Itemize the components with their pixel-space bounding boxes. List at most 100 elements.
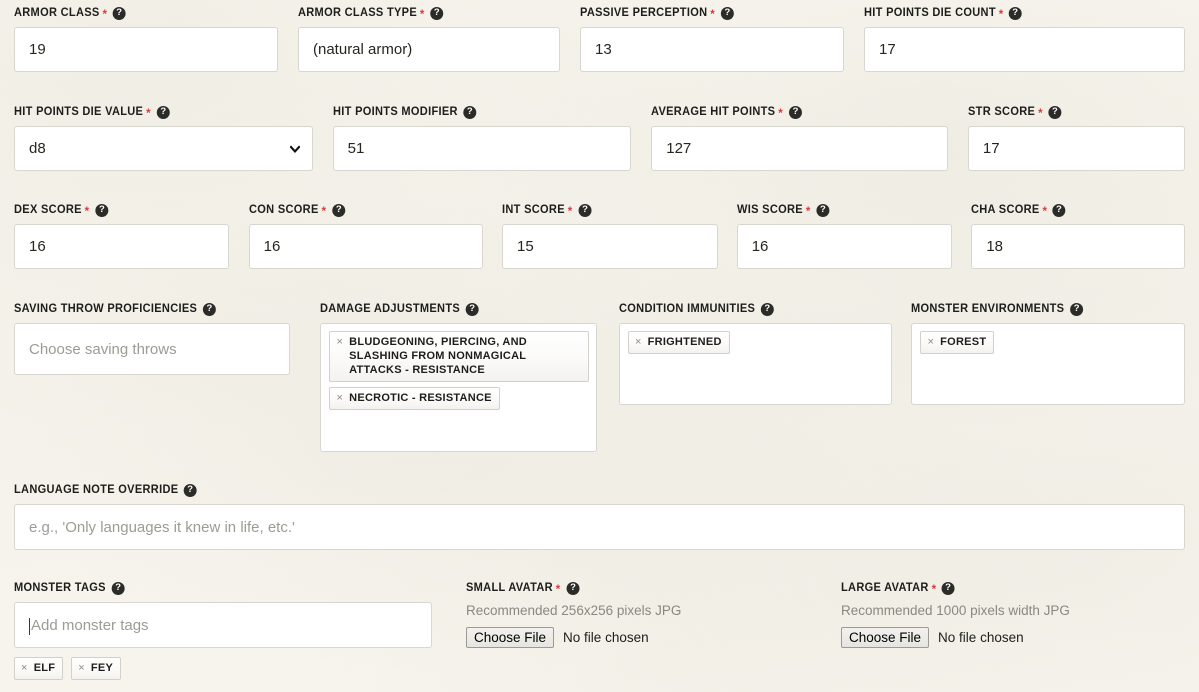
tag-chip[interactable]: × NECROTIC - RESISTANCE: [329, 387, 500, 410]
help-icon[interactable]: ?: [1070, 302, 1084, 316]
help-icon[interactable]: ?: [202, 302, 216, 316]
form-row-defenses: ARMOR CLASS * ? 19 ARMOR CLASS TYPE * ? …: [14, 6, 1185, 72]
help-icon[interactable]: ?: [156, 105, 170, 119]
help-icon[interactable]: ?: [462, 105, 476, 119]
tag-chip[interactable]: × FEY: [71, 657, 122, 680]
help-icon[interactable]: ?: [566, 581, 580, 595]
monster-environments-tagbox[interactable]: × FOREST: [911, 323, 1185, 405]
label-text: MONSTER ENVIRONMENTS: [911, 303, 1065, 315]
hit-points-die-count-input[interactable]: 17: [864, 27, 1185, 72]
required-asterisk: *: [567, 204, 573, 218]
form-row-traits: SAVING THROW PROFICIENCIES ? Choose savi…: [14, 302, 1185, 452]
help-icon[interactable]: ?: [1048, 105, 1062, 119]
required-asterisk: *: [321, 204, 326, 218]
saving-throw-proficiencies-input[interactable]: Choose saving throws: [14, 323, 291, 375]
dex-score-input[interactable]: 16: [14, 224, 229, 269]
label-text: HIT POINTS DIE VALUE: [14, 106, 144, 118]
remove-icon[interactable]: ×: [336, 391, 343, 405]
armor-class-type-input[interactable]: (natural armor): [298, 27, 560, 72]
tag-label: FEY: [90, 662, 114, 674]
tag-chip[interactable]: × BLUDGEONING, PIERCING, AND SLASHING FR…: [329, 331, 589, 382]
passive-perception-input[interactable]: 13: [580, 27, 844, 72]
field-cha-score: CHA SCORE * ? 18: [971, 203, 1186, 269]
help-icon[interactable]: ?: [941, 581, 955, 595]
label-passive-perception: PASSIVE PERCEPTION * ?: [580, 6, 833, 20]
help-icon[interactable]: ?: [788, 105, 802, 119]
label-saving-throw-proficiencies: SAVING THROW PROFICIENCIES ?: [14, 302, 279, 316]
choose-file-button[interactable]: Choose File: [466, 627, 555, 648]
chevron-down-icon: [289, 144, 300, 153]
remove-icon[interactable]: ×: [21, 661, 28, 675]
help-icon[interactable]: ?: [815, 203, 829, 217]
small-avatar-hint: Recommended 256x256 pixels JPG: [466, 603, 682, 618]
remove-icon[interactable]: ×: [635, 335, 642, 349]
tag-chip[interactable]: × ELF: [14, 657, 64, 680]
label-text: CONDITION IMMUNITIES: [618, 303, 756, 315]
help-icon[interactable]: ?: [760, 302, 774, 316]
required-asterisk: *: [805, 204, 811, 218]
con-score-input[interactable]: 16: [248, 224, 484, 269]
remove-icon[interactable]: ×: [927, 335, 934, 349]
monster-stats-form: ARMOR CLASS * ? 19 ARMOR CLASS TYPE * ? …: [0, 0, 1199, 692]
label-text: LANGUAGE NOTE OVERRIDE: [14, 484, 179, 496]
label-text: AVERAGE HIT POINTS: [651, 106, 776, 118]
required-asterisk: *: [146, 106, 151, 120]
large-avatar-file-input[interactable]: Choose File No file chosen: [841, 627, 1171, 648]
label-text: INT SCORE: [502, 204, 565, 216]
wis-score-input[interactable]: 16: [736, 224, 953, 269]
help-icon[interactable]: ?: [94, 203, 108, 217]
help-icon[interactable]: ?: [720, 6, 734, 20]
average-hit-points-input[interactable]: 127: [651, 126, 948, 171]
language-note-override-input[interactable]: e.g., 'Only languages it knew in life, e…: [14, 504, 1185, 550]
help-icon[interactable]: ?: [578, 203, 592, 217]
tag-label: FOREST: [940, 336, 987, 348]
label-armor-class-type: ARMOR CLASS TYPE * ?: [298, 6, 550, 20]
label-text: PASSIVE PERCEPTION: [580, 7, 708, 19]
hit-points-modifier-input[interactable]: 51: [332, 126, 632, 171]
label-hit-points-die-value: HIT POINTS DIE VALUE * ?: [14, 105, 301, 119]
remove-icon[interactable]: ×: [78, 661, 85, 675]
help-icon[interactable]: ?: [1009, 6, 1023, 20]
selected-option: d8: [29, 140, 46, 157]
damage-adjustments-tagbox[interactable]: × BLUDGEONING, PIERCING, AND SLASHING FR…: [320, 323, 597, 452]
help-icon[interactable]: ?: [466, 302, 480, 316]
required-asterisk: *: [998, 7, 1004, 21]
required-asterisk: *: [778, 106, 784, 120]
small-avatar-file-input[interactable]: Choose File No file chosen: [466, 627, 796, 648]
form-row-hit-points: HIT POINTS DIE VALUE * ? d8 HIT POINTS M…: [14, 105, 1185, 171]
tag-chip[interactable]: × FRIGHTENED: [627, 331, 730, 354]
field-dex-score: DEX SCORE * ? 16: [14, 203, 229, 269]
tag-chip[interactable]: × FOREST: [920, 331, 995, 354]
condition-immunities-tagbox[interactable]: × FRIGHTENED: [618, 323, 893, 405]
help-icon[interactable]: ?: [112, 6, 126, 20]
cha-score-input[interactable]: 18: [971, 224, 1186, 269]
label-text: CHA SCORE: [971, 204, 1040, 216]
label-text: ARMOR CLASS TYPE: [298, 7, 418, 19]
form-row-ability-scores: DEX SCORE * ? 16 CON SCORE * ? 16 INT SC…: [14, 203, 1186, 269]
help-icon[interactable]: ?: [183, 483, 197, 497]
monster-tags-input[interactable]: Add monster tags: [14, 602, 432, 648]
field-wis-score: WIS SCORE * ? 16: [736, 203, 953, 269]
field-armor-class-type: ARMOR CLASS TYPE * ? (natural armor): [298, 6, 560, 72]
field-average-hit-points: AVERAGE HIT POINTS * ? 127: [651, 105, 948, 171]
remove-icon[interactable]: ×: [336, 335, 343, 349]
label-text: DEX SCORE: [14, 204, 82, 216]
label-text: HIT POINTS MODIFIER: [332, 106, 458, 118]
int-score-input[interactable]: 15: [502, 224, 718, 269]
file-status-text: No file chosen: [563, 630, 649, 645]
monster-tags-chip-list: × ELF × FEY: [14, 657, 432, 680]
help-icon[interactable]: ?: [331, 203, 345, 217]
armor-class-input[interactable]: 19: [14, 27, 278, 72]
help-icon[interactable]: ?: [111, 581, 125, 595]
field-monster-environments: MONSTER ENVIRONMENTS ? × FOREST: [911, 302, 1185, 405]
field-hit-points-modifier: HIT POINTS MODIFIER ? 51: [332, 105, 632, 171]
hit-points-die-value-select[interactable]: d8: [14, 126, 313, 171]
field-damage-adjustments: DAMAGE ADJUSTMENTS ? × BLUDGEONING, PIER…: [320, 302, 597, 452]
str-score-input[interactable]: 17: [967, 126, 1185, 171]
field-con-score: CON SCORE * ? 16: [248, 203, 484, 269]
help-icon[interactable]: ?: [1053, 203, 1067, 217]
label-monster-environments: MONSTER ENVIRONMENTS ?: [911, 302, 1174, 316]
help-icon[interactable]: ?: [430, 6, 444, 20]
choose-file-button[interactable]: Choose File: [841, 627, 930, 648]
label-text: CON SCORE: [248, 204, 319, 216]
